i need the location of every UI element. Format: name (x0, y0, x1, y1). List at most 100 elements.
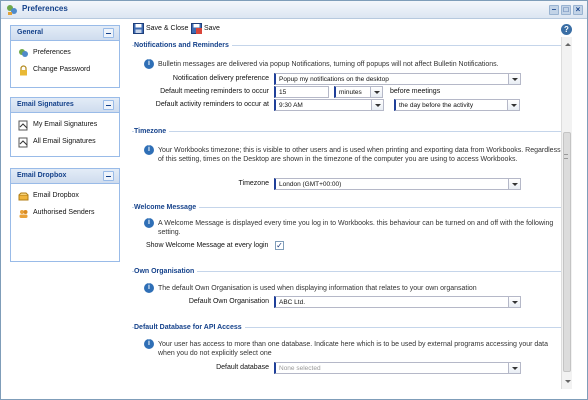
save-button[interactable]: Save (191, 23, 223, 35)
minimize-button[interactable]: – (549, 5, 559, 15)
collapse-icon[interactable] (103, 28, 114, 38)
api-database-label: Default database (216, 364, 269, 371)
section-organisation: Own Organisation i The default Own Organ… (132, 268, 569, 311)
timezone-value: London (GMT+00:00) (279, 181, 342, 188)
activity-label: Default activity reminders to occur at (155, 101, 269, 108)
preferences-window: Preferences – □ × General Preferences Ch… (0, 0, 588, 400)
sidebar-item-label: Preferences (33, 49, 71, 56)
sidebar-item-label: Change Password (33, 66, 91, 73)
window-title: Preferences (22, 4, 68, 13)
collapse-icon[interactable] (103, 171, 114, 181)
welcome-checkbox[interactable]: ✓ (275, 241, 284, 250)
organisation-value: ABC Ltd. (279, 299, 306, 306)
sidebar-item-label: Email Dropbox (33, 192, 79, 199)
api-database-placeholder: None selected (279, 365, 321, 372)
save-close-button[interactable]: Save & Close (133, 23, 193, 35)
info-icon: i (144, 218, 154, 228)
sidebar-item-change-password[interactable]: Change Password (11, 62, 119, 79)
sidebar-item-label: My Email Signatures (33, 121, 98, 128)
info-icon: i (144, 145, 154, 155)
sidebar-item-authorised-senders[interactable]: Authorised Senders (11, 205, 119, 222)
save-close-label: Save & Close (146, 25, 189, 32)
sidebar-item-all-email-signatures[interactable]: All Email Signatures (11, 134, 119, 151)
sidebar-item-my-email-signatures[interactable]: My Email Signatures (11, 117, 119, 134)
collapse-icon[interactable] (103, 100, 114, 110)
chevron-down-icon[interactable] (507, 100, 519, 110)
chevron-down-icon[interactable] (370, 87, 382, 97)
sidebar-item-label: Authorised Senders (33, 209, 95, 216)
chevron-down-icon[interactable] (508, 363, 520, 373)
save-label: Save (204, 25, 220, 32)
info-text: Your user has access to more than one da… (158, 341, 549, 357)
preferences-icon (7, 5, 17, 15)
meeting-suffix: before meetings (390, 88, 441, 95)
title-bar: Preferences – □ × (1, 1, 587, 19)
help-icon[interactable]: ? (561, 24, 572, 35)
section-title: Timezone (134, 128, 170, 135)
vertical-scrollbar[interactable] (561, 37, 572, 389)
info-icon: i (144, 59, 154, 69)
section-timezone: Timezone i Your Workbooks timezone; this… (132, 128, 569, 193)
grip-icon (564, 154, 568, 159)
signature-icon (18, 137, 28, 148)
chevron-down-icon[interactable] (371, 100, 383, 110)
preferences-content: Notifications and Reminders i Bulletin m… (128, 37, 571, 389)
info-icon: i (144, 339, 154, 349)
meeting-minutes-input[interactable]: 15 (274, 86, 329, 98)
organisation-select[interactable]: ABC Ltd. (274, 296, 521, 308)
section-api-access: Default Database for API Access i Your u… (132, 324, 569, 387)
chevron-down-icon[interactable] (508, 74, 520, 84)
scroll-up-icon[interactable] (565, 43, 571, 46)
panel-email-dropbox-header[interactable]: Email Dropbox (11, 169, 119, 184)
activity-time-select[interactable]: 9:30 AM (274, 99, 384, 111)
preferences-icon (19, 49, 28, 57)
meeting-value: 15 (279, 89, 287, 96)
meeting-label: Default meeting reminders to occur (160, 88, 269, 95)
section-welcome: Welcome Message i A Welcome Message is d… (132, 204, 569, 259)
activity-when: the day before the activity (399, 102, 474, 109)
chevron-down-icon[interactable] (508, 297, 520, 307)
timezone-label: Timezone (238, 180, 269, 187)
section-title: Notifications and Reminders (134, 42, 232, 49)
panel-email-dropbox: Email Dropbox Email Dropbox Authorised S… (10, 168, 120, 262)
lock-icon (20, 65, 27, 76)
info-text: The default Own Organisation is used whe… (158, 285, 477, 292)
info-text: A Welcome Message is displayed every tim… (158, 220, 554, 236)
meeting-unit-select[interactable]: minutes (334, 86, 383, 98)
delivery-label: Notification delivery preference (172, 75, 269, 82)
section-title: Default Database for API Access (134, 324, 245, 331)
chevron-down-icon[interactable] (508, 179, 520, 189)
timezone-select[interactable]: London (GMT+00:00) (274, 178, 521, 190)
close-button[interactable]: × (573, 5, 583, 15)
panel-title: Email Dropbox (17, 172, 67, 179)
delivery-value: Popup my notifications on the desktop (279, 76, 389, 83)
save-icon (133, 23, 144, 34)
meeting-unit: minutes (339, 89, 362, 96)
info-text: Bulletin messages are delivered via popu… (158, 61, 499, 68)
signature-icon (18, 120, 28, 131)
info-text: Your Workbooks timezone; this is visible… (158, 147, 561, 163)
dropbox-icon (18, 192, 29, 201)
scroll-down-icon[interactable] (565, 380, 571, 383)
users-icon (19, 210, 28, 218)
delivery-select[interactable]: Popup my notifications on the desktop (274, 73, 521, 85)
panel-email-signatures: Email Signatures My Email Signatures All… (10, 97, 120, 157)
panel-title: General (17, 29, 44, 36)
toolbar: Save & Close Save (129, 21, 577, 36)
sidebar-item-email-dropbox[interactable]: Email Dropbox (11, 188, 119, 205)
section-title: Welcome Message (134, 204, 200, 211)
section-notifications: Notifications and Reminders i Bulletin m… (132, 42, 569, 115)
panel-general-header[interactable]: General (11, 26, 119, 41)
panel-general: General Preferences Change Password (10, 25, 120, 88)
panel-email-signatures-header[interactable]: Email Signatures (11, 98, 119, 113)
panel-title: Email Signatures (17, 101, 74, 108)
sidebar-item-preferences[interactable]: Preferences (11, 45, 119, 62)
maximize-button[interactable]: □ (561, 5, 571, 15)
api-database-select[interactable]: None selected (274, 362, 521, 374)
activity-when-select[interactable]: the day before the activity (394, 99, 520, 111)
save-icon (191, 23, 202, 34)
organisation-label: Default Own Organisation (188, 298, 269, 305)
activity-time: 9:30 AM (279, 102, 303, 109)
sidebar-item-label: All Email Signatures (33, 138, 96, 145)
scroll-thumb[interactable] (563, 132, 571, 372)
